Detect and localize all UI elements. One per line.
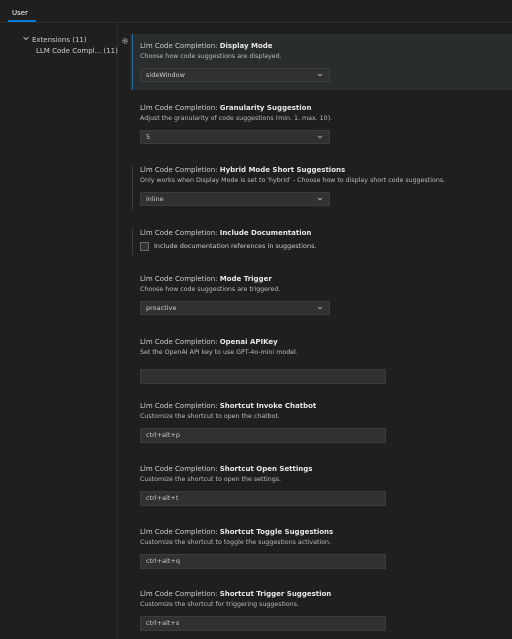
setting-description: Customize the shortcut to toggle the sug…: [140, 539, 332, 546]
toc-item-label: LLM Code Compl... (11): [36, 47, 118, 55]
setting-description: Adjust the granularity of code suggestio…: [140, 115, 333, 122]
tab-active-indicator: [8, 20, 36, 22]
setting-description: Choose how code suggestions are triggere…: [140, 286, 281, 293]
openai-apikey-input[interactable]: [140, 369, 386, 384]
modified-indicator: [132, 228, 133, 255]
select-value: inline: [146, 195, 164, 203]
setting-hybrid-mode-short-suggestions[interactable]: Llm Code Completion: Hybrid Mode Short S…: [130, 165, 512, 210]
setting-description: Choose how code suggestions are displaye…: [140, 53, 282, 60]
setting-description: Customize the shortcut for triggering su…: [140, 601, 299, 608]
setting-shortcut-open-settings[interactable]: Llm Code Completion: Shortcut Open Setti…: [130, 464, 512, 506]
setting-include-documentation[interactable]: Llm Code Completion: Include Documentati…: [130, 228, 512, 255]
setting-granularity-suggestion[interactable]: Llm Code Completion: Granularity Suggest…: [130, 103, 512, 144]
setting-title: Llm Code Completion: Granularity Suggest…: [140, 104, 312, 112]
setting-description: Only works when Display Mode is set to '…: [140, 177, 446, 184]
toc-item-extensions[interactable]: Extensions (11): [22, 35, 87, 45]
settings-toc: Extensions (11) LLM Code Compl... (11): [0, 23, 118, 639]
shortcut-toggle-suggestions-input[interactable]: ctrl+alt+q: [140, 554, 386, 569]
setting-title: Llm Code Completion: Display Mode: [140, 42, 273, 50]
chevron-down-icon: [317, 135, 323, 139]
setting-shortcut-toggle-suggestions[interactable]: Llm Code Completion: Shortcut Toggle Sug…: [130, 527, 512, 569]
shortcut-trigger-suggestion-input[interactable]: ctrl+alt+s: [140, 616, 386, 631]
setting-openai-apikey[interactable]: Llm Code Completion: Openai APIKey Set t…: [130, 337, 512, 384]
chevron-down-icon: [317, 197, 323, 201]
include-documentation-row[interactable]: Include documentation references in sugg…: [140, 241, 512, 251]
settings-scope-tabs: User: [0, 0, 512, 23]
setting-title: Llm Code Completion: Shortcut Open Setti…: [140, 465, 313, 473]
chevron-down-icon: [23, 36, 29, 41]
settings-list: Llm Code Completion: Display Mode Choose…: [130, 23, 512, 639]
toc-item-llm-code-completion[interactable]: LLM Code Compl... (11): [36, 46, 118, 56]
select-value: sideWindow: [146, 71, 185, 79]
setting-title: Llm Code Completion: Openai APIKey: [140, 338, 278, 346]
mode-trigger-select[interactable]: proactive: [140, 301, 330, 315]
setting-title: Llm Code Completion: Mode Trigger: [140, 275, 272, 283]
setting-title: Llm Code Completion: Shortcut Toggle Sug…: [140, 528, 334, 536]
setting-display-mode[interactable]: Llm Code Completion: Display Mode Choose…: [130, 34, 512, 90]
setting-description: Set the OpenAI API key to use GPT-4o-min…: [140, 349, 298, 356]
select-value: 5: [146, 133, 151, 141]
select-value: proactive: [146, 304, 177, 312]
shortcut-invoke-chatbot-input[interactable]: ctrl+alt+p: [140, 428, 386, 443]
setting-title: Llm Code Completion: Include Documentati…: [140, 229, 312, 237]
include-documentation-checkbox[interactable]: [140, 241, 149, 251]
modified-indicator: [132, 165, 133, 210]
setting-mode-trigger[interactable]: Llm Code Completion: Mode Trigger Choose…: [130, 274, 512, 315]
setting-shortcut-trigger-suggestion[interactable]: Llm Code Completion: Shortcut Trigger Su…: [130, 589, 512, 631]
checkbox-label: Include documentation references in sugg…: [154, 242, 317, 250]
display-mode-select[interactable]: sideWindow: [140, 68, 330, 82]
chevron-down-icon: [317, 306, 323, 310]
setting-title: Llm Code Completion: Hybrid Mode Short S…: [140, 166, 346, 174]
setting-title: Llm Code Completion: Shortcut Invoke Cha…: [140, 402, 317, 410]
setting-title: Llm Code Completion: Shortcut Trigger Su…: [140, 590, 332, 598]
toc-item-label: Extensions (11): [32, 36, 87, 44]
chevron-down-icon: [317, 73, 323, 77]
gear-icon[interactable]: [121, 37, 129, 45]
setting-description: Customize the shortcut to open the setti…: [140, 476, 281, 483]
granularity-select[interactable]: 5: [140, 130, 330, 144]
setting-shortcut-invoke-chatbot[interactable]: Llm Code Completion: Shortcut Invoke Cha…: [130, 401, 512, 443]
setting-description: Customize the shortcut to open the chatb…: [140, 413, 280, 420]
focus-indicator: [132, 34, 133, 90]
hybrid-mode-select[interactable]: inline: [140, 192, 330, 206]
shortcut-open-settings-input[interactable]: ctrl+alt+t: [140, 491, 386, 506]
